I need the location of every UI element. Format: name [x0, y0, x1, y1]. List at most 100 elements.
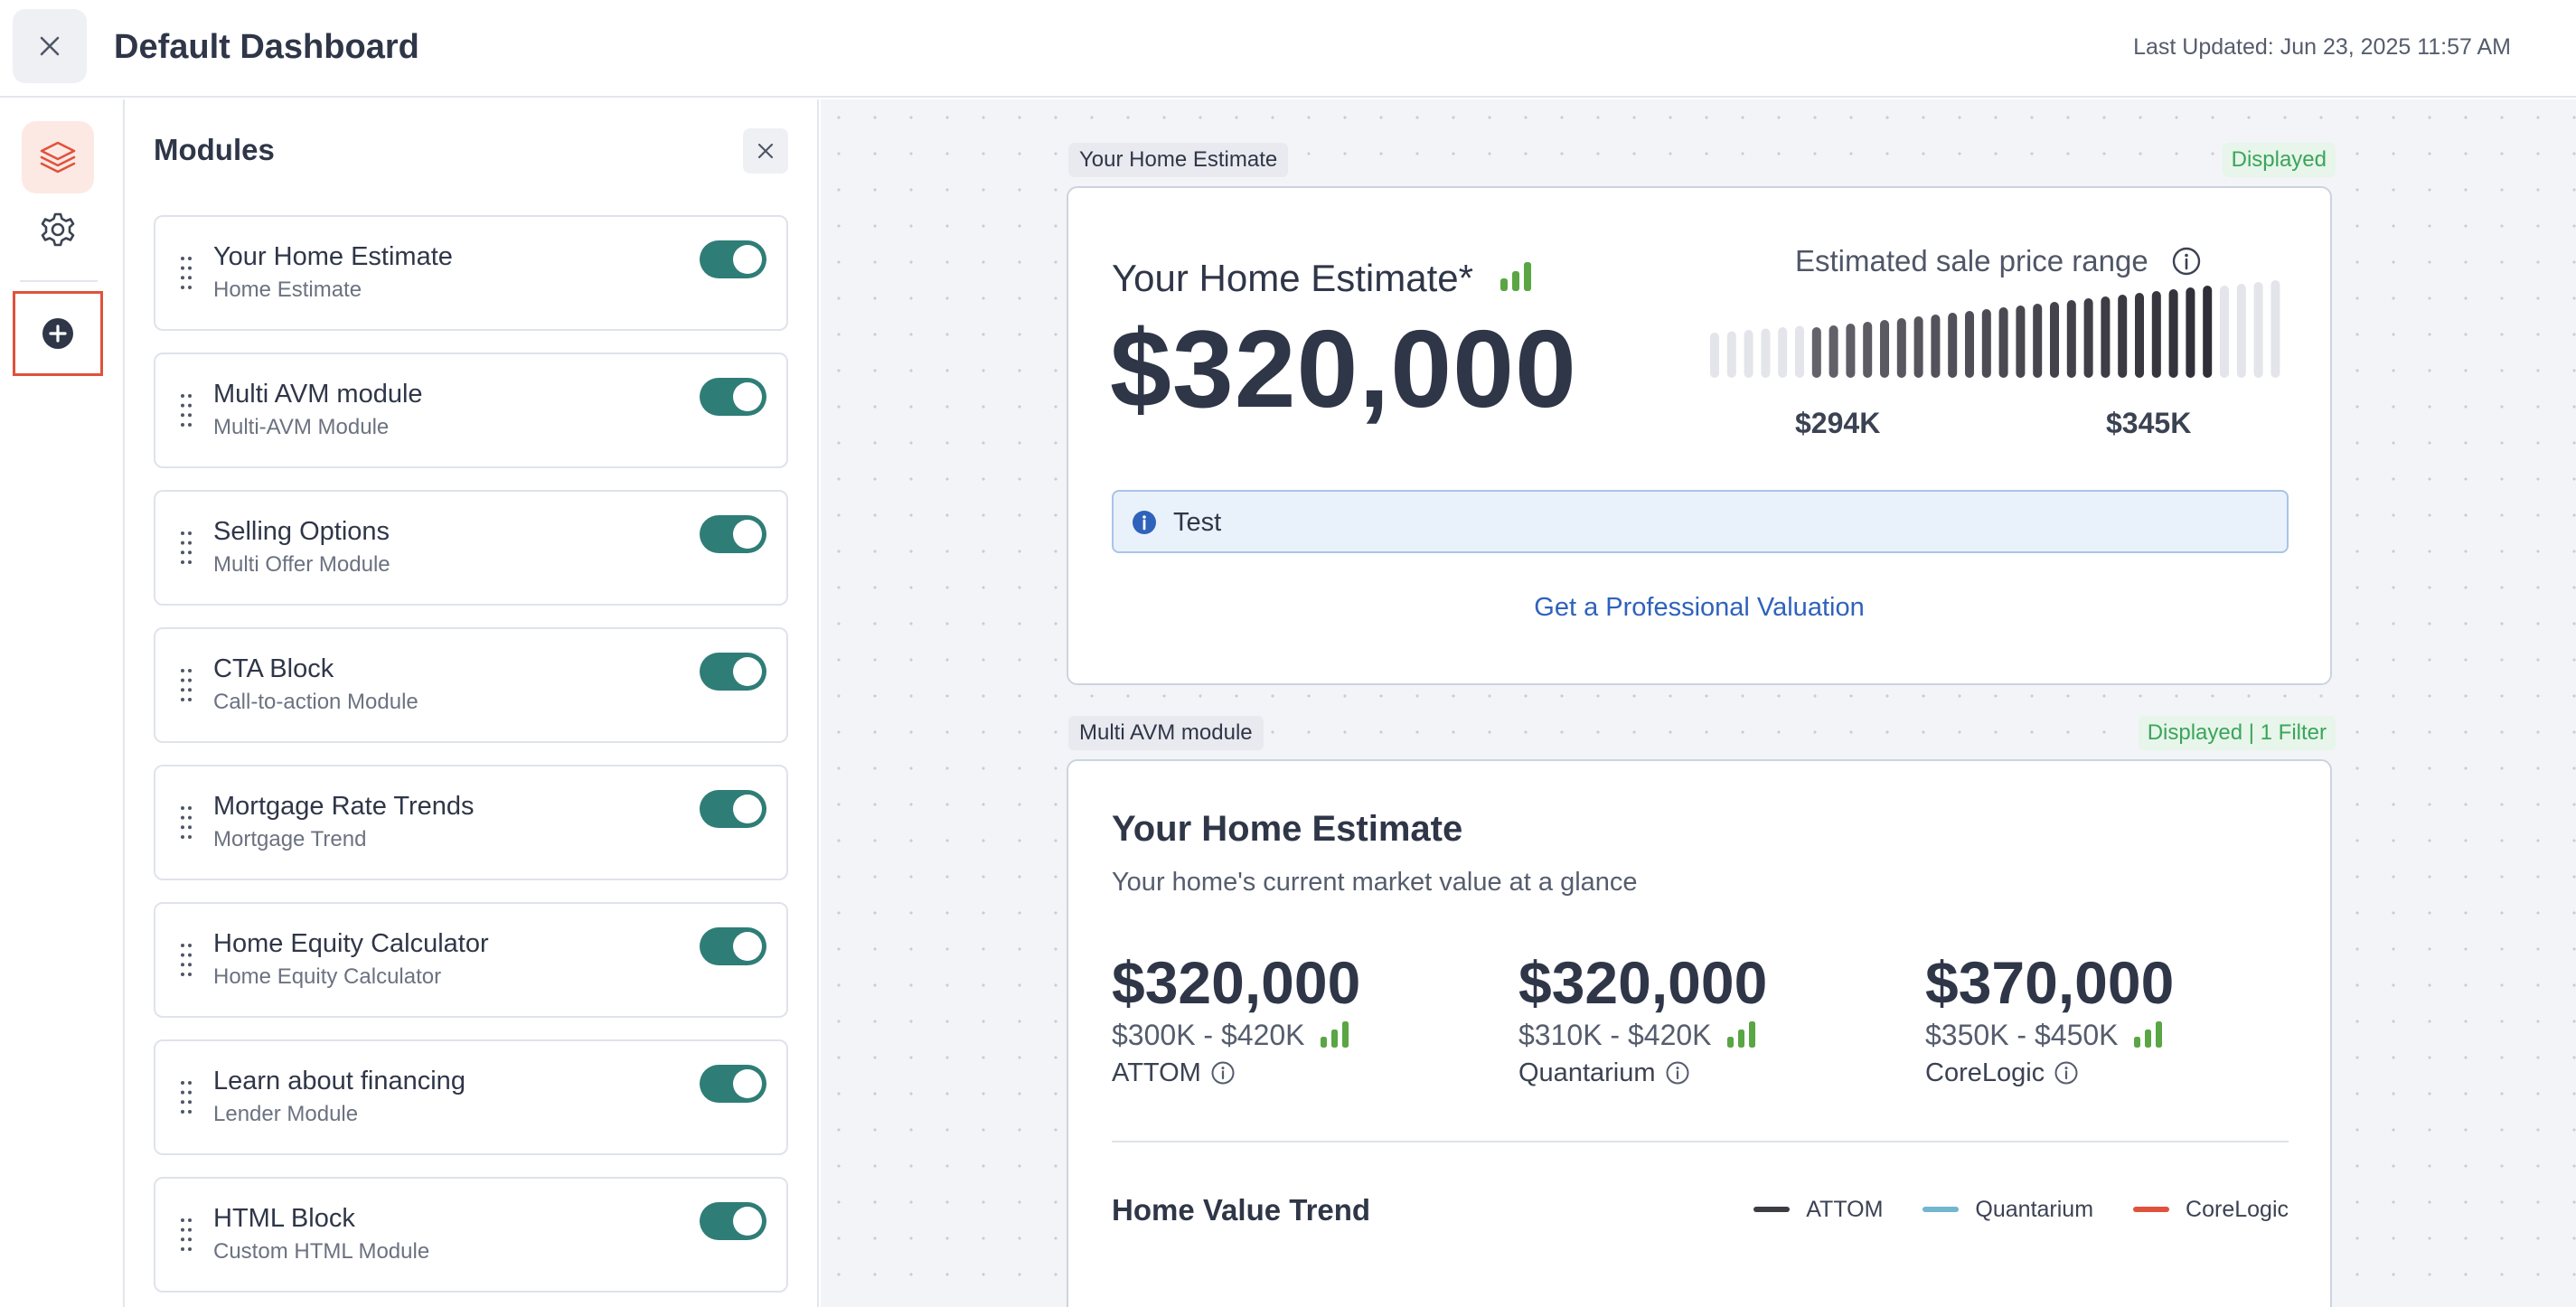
module-toggle[interactable] [700, 927, 766, 965]
module-item[interactable]: Home Equity Calculator Home Equity Calcu… [154, 902, 788, 1018]
module-toggle[interactable] [700, 653, 766, 691]
provider-estimate: $320,000 $310K - $420K Quantarium [1518, 947, 1898, 1090]
page-title: Default Dashboard [114, 28, 419, 66]
close-modules-button[interactable] [743, 128, 788, 174]
rail-divider [20, 280, 98, 282]
toggle-knob [733, 382, 762, 411]
layers-icon [40, 141, 76, 174]
legend-swatch [1753, 1207, 1791, 1212]
legend-item: Quantarium [1923, 1195, 2093, 1224]
provider-name-text: ATTOM [1112, 1058, 1201, 1087]
module-toggle[interactable] [700, 790, 766, 828]
range-bar [1981, 309, 1991, 378]
module-toggle[interactable] [700, 240, 766, 278]
toggle-knob [733, 520, 762, 549]
module-name: Multi AVM module [213, 380, 423, 409]
drag-handle-icon[interactable] [179, 530, 193, 566]
close-icon [757, 143, 774, 159]
module-item[interactable]: Learn about financing Lender Module [154, 1039, 788, 1155]
provider-range-text: $310K - $420K [1518, 1019, 1712, 1051]
range-bar [2135, 293, 2144, 378]
module-toggle[interactable] [700, 515, 766, 553]
toggle-knob [733, 932, 762, 961]
info-icon[interactable] [2171, 246, 2202, 277]
provider-range-text: $300K - $420K [1112, 1019, 1305, 1051]
range-bar [1710, 333, 1719, 378]
professional-valuation-link[interactable]: Get a Professional Valuation [1068, 591, 2330, 624]
legend-label: ATTOM [1806, 1197, 1884, 1222]
provider-range-text: $350K - $450K [1925, 1019, 2119, 1051]
info-icon[interactable] [2054, 1060, 2079, 1086]
range-bar [1778, 327, 1788, 378]
home-estimate-card[interactable]: Your Home Estimate* $320,000 Estimated s… [1067, 186, 2332, 685]
range-bar [2253, 282, 2263, 378]
drag-handle-icon[interactable] [179, 1217, 193, 1253]
range-bar [1761, 328, 1771, 378]
range-bar [1811, 327, 1821, 378]
provider-name-text: Quantarium [1518, 1058, 1656, 1087]
signal-strength-icon [2133, 1021, 2162, 1048]
signal-strength-icon [1500, 262, 1531, 291]
module-item[interactable]: Your Home Estimate Home Estimate [154, 215, 788, 331]
module-item[interactable]: CTA Block Call-to-action Module [154, 627, 788, 743]
range-bar [2118, 295, 2128, 378]
signal-strength-icon [1320, 1021, 1349, 1048]
range-bar [1998, 307, 2008, 378]
module-type: Home Estimate [213, 277, 362, 302]
range-bar [2186, 287, 2195, 378]
info-icon[interactable] [1665, 1060, 1690, 1086]
module-name: Mortgage Rate Trends [213, 792, 475, 821]
price-range-graph [1710, 280, 2280, 378]
module-type: Home Equity Calculator [213, 964, 442, 989]
provider-name-text: CoreLogic [1925, 1058, 2045, 1087]
module-toggle[interactable] [700, 1202, 766, 1240]
provider-estimate: $320,000 $300K - $420K ATTOM [1112, 947, 1491, 1090]
range-bar [1795, 325, 1804, 378]
info-filled-icon [1133, 511, 1156, 534]
module-item[interactable]: Multi AVM module Multi-AVM Module [154, 353, 788, 468]
close-dashboard-button[interactable] [13, 9, 87, 83]
drag-handle-icon[interactable] [179, 255, 193, 291]
module-name: Your Home Estimate [213, 242, 453, 271]
range-bar [1880, 320, 1889, 378]
drag-handle-icon[interactable] [179, 942, 193, 978]
module-type: Custom HTML Module [213, 1239, 430, 1264]
provider-value: $320,000 [1112, 949, 1361, 1016]
module-item[interactable]: Mortgage Rate Trends Mortgage Trend [154, 765, 788, 880]
toggle-knob [733, 1207, 762, 1236]
range-bar [1829, 325, 1838, 378]
provider-name: ATTOM [1112, 1056, 1491, 1090]
add-module-button[interactable] [13, 291, 103, 376]
range-bar [1965, 311, 1974, 378]
module-item[interactable]: HTML Block Custom HTML Module [154, 1177, 788, 1293]
provider-range: $350K - $450K [1925, 1018, 2305, 1052]
modules-tab-button[interactable] [22, 121, 94, 193]
module-type: Multi-AVM Module [213, 415, 390, 439]
trend-legend: ATTOM Quantarium CoreLogic [1753, 1195, 2289, 1224]
info-icon[interactable] [1210, 1060, 1236, 1086]
legend-label: CoreLogic [2186, 1197, 2289, 1222]
drag-handle-icon[interactable] [179, 667, 193, 703]
range-bar [2083, 298, 2093, 378]
drag-handle-icon[interactable] [179, 1079, 193, 1115]
module-item[interactable]: Selling Options Multi Offer Module [154, 490, 788, 606]
provider-range: $300K - $420K [1112, 1018, 1491, 1052]
range-label: Estimated sale price range [1795, 244, 2148, 277]
preview-canvas: Your Home Estimate Displayed Your Home E… [821, 99, 2576, 1307]
module-type: Call-to-action Module [213, 690, 418, 714]
module-toggle[interactable] [700, 1065, 766, 1103]
toggle-knob [733, 245, 762, 274]
module-toggle[interactable] [700, 378, 766, 416]
drag-handle-icon[interactable] [179, 804, 193, 841]
gear-icon [41, 212, 75, 247]
multi-avm-card[interactable]: Your Home Estimate Your home's current m… [1067, 759, 2332, 1307]
provider-value: $320,000 [1518, 949, 1768, 1016]
range-bar [1948, 313, 1958, 378]
top-header: Default Dashboard Last Updated: Jun 23, … [0, 0, 2576, 98]
drag-handle-icon[interactable] [179, 392, 193, 428]
range-bar [1896, 318, 1906, 378]
settings-tab-button[interactable] [22, 193, 94, 266]
last-updated-text: Last Updated: Jun 23, 2025 11:57 AM [2133, 34, 2511, 60]
module-list: Your Home Estimate Home Estimate Multi A… [154, 215, 788, 1307]
range-bar [2151, 291, 2161, 378]
